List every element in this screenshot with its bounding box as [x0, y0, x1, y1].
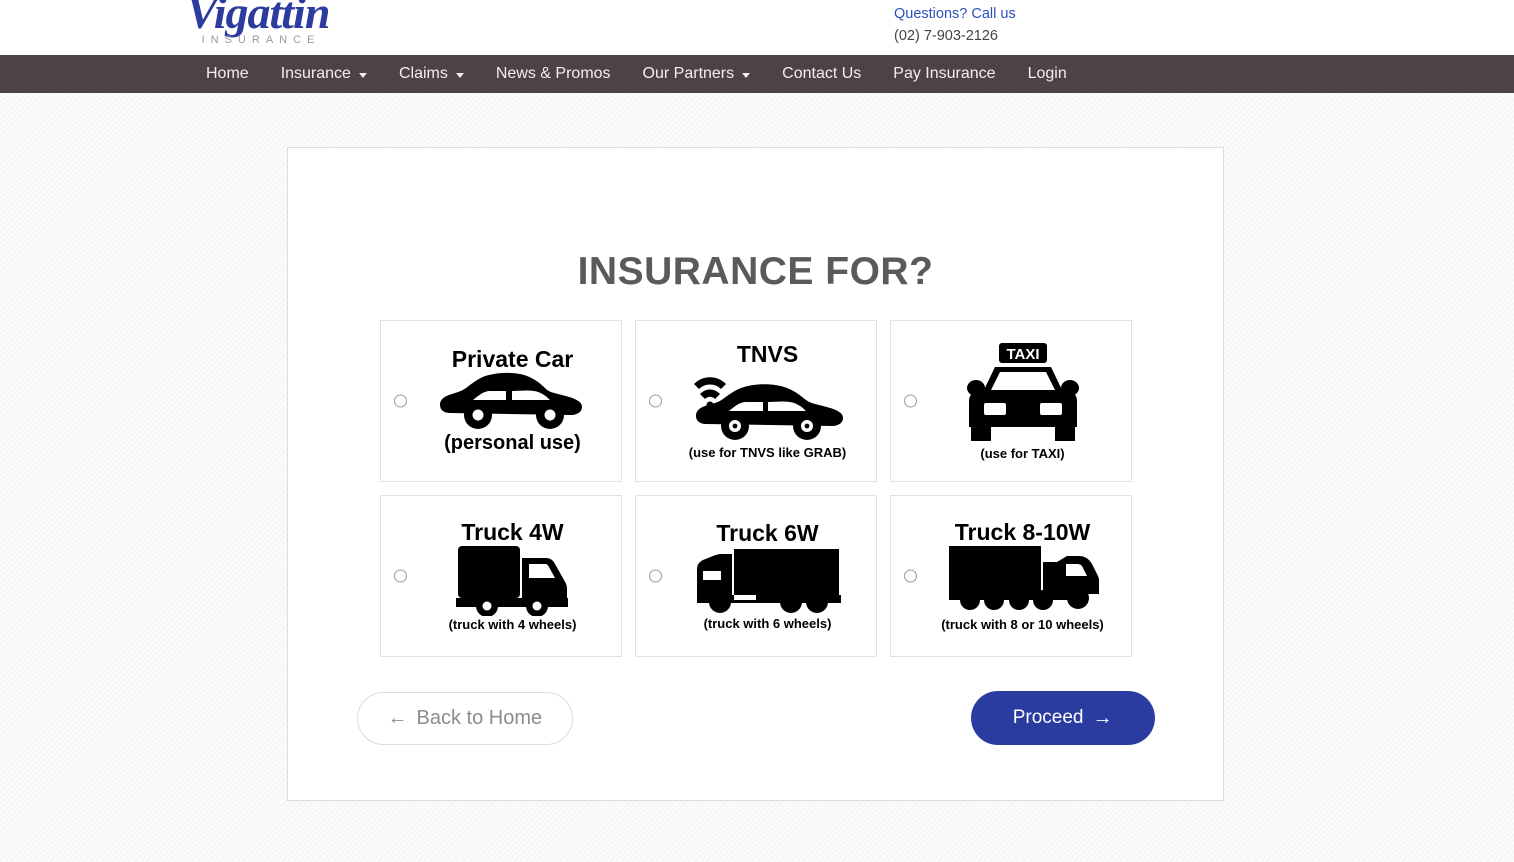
option-card-truck-4w[interactable]: Truck 4W (truck with 4 wheels)	[379, 495, 622, 657]
nav-item-our-partners[interactable]: Our Partners	[627, 55, 767, 93]
chevron-down-icon	[455, 72, 464, 78]
site-header: Vigattin INSURANCE Questions? Call us (0…	[0, 0, 1514, 55]
taxi-front-icon: TAXI	[966, 343, 1079, 441]
option-title-truck-4w: Truck 4W	[461, 518, 564, 545]
arrow-left-icon: ←	[387, 707, 408, 729]
option-card-private-car[interactable]: Private Car (personal use)	[379, 320, 622, 482]
chevron-down-icon	[742, 72, 751, 78]
proceed-label: Proceed	[1012, 707, 1084, 728]
box-truck-6w-icon	[696, 549, 841, 614]
nav-item-news-promos[interactable]: News & Promos	[480, 55, 627, 93]
radio-truck-4w[interactable]	[393, 569, 407, 583]
site-logo[interactable]: Vigattin INSURANCE	[168, 0, 348, 46]
semi-truck-8-10w-icon	[947, 542, 1099, 616]
chevron-down-icon	[358, 72, 367, 78]
radio-taxi[interactable]	[903, 394, 917, 408]
nav-item-insurance[interactable]: Insurance	[265, 55, 383, 93]
radio-truck-6w[interactable]	[648, 569, 662, 583]
arrow-right-icon: →	[1092, 707, 1113, 729]
call-us-link[interactable]: Questions? Call us	[894, 3, 1016, 25]
svg-text:TAXI: TAXI	[1006, 346, 1039, 363]
tnvs-car-wifi-icon	[693, 377, 843, 441]
radio-tnvs[interactable]	[648, 394, 662, 408]
box-truck-6w-icon	[693, 543, 843, 615]
insurance-type-options: Private Car (personal use) TNVS (use for …	[379, 320, 1132, 657]
taxi-front-icon: TAXI	[966, 341, 1079, 445]
option-card-truck-6w[interactable]: Truck 6W (truck with 6 wheels)	[634, 495, 877, 657]
sedan-car-icon	[439, 372, 582, 430]
action-button-row: ← Back to Home Proceed →	[356, 691, 1155, 745]
proceed-button[interactable]: Proceed →	[970, 691, 1155, 745]
nav-item-label: Our Partners	[642, 65, 735, 82]
option-subtitle-truck-6w: (truck with 6 wheels)	[703, 616, 832, 632]
option-card-tnvs[interactable]: TNVS (use for TNVS like GRAB)	[634, 320, 877, 482]
radio-private-car[interactable]	[393, 394, 407, 408]
radio-truck-8-10w[interactable]	[903, 569, 917, 583]
option-subtitle-private-car: (personal use)	[444, 432, 581, 455]
nav-item-pay-insurance[interactable]: Pay Insurance	[877, 55, 1011, 93]
back-to-home-button[interactable]: ← Back to Home	[356, 691, 574, 745]
nav-item-label: Home	[206, 65, 249, 82]
nav-item-login[interactable]: Login	[1012, 55, 1083, 93]
option-title-truck-6w: Truck 6W	[716, 519, 819, 546]
box-truck-4w-icon	[455, 546, 568, 617]
nav-item-label: Contact Us	[782, 65, 862, 82]
content-panel: INSURANCE FOR? Private Car (personal use…	[287, 147, 1224, 801]
phone-number: (02) 7-903-2126	[894, 28, 998, 44]
nav-item-home[interactable]: Home	[190, 55, 265, 93]
option-card-taxi[interactable]: TAXI (use for TAXI)	[889, 320, 1132, 482]
tnvs-car-wifi-icon	[688, 364, 848, 444]
nav-item-label: News & Promos	[495, 65, 611, 82]
option-title-tnvs: TNVS	[736, 340, 799, 367]
nav-item-label: Claims	[398, 65, 448, 82]
nav-item-claims[interactable]: Claims	[383, 55, 480, 93]
logo-wordmark: Vigattin	[186, 0, 331, 38]
header-contact-block: Questions? Call us (02) 7-903-2126	[894, 3, 1016, 47]
nav-item-label: Login	[1027, 65, 1067, 82]
option-subtitle-truck-4w: (truck with 4 wheels)	[448, 617, 577, 633]
option-subtitle-truck-8-10w: (truck with 8 or 10 wheels)	[941, 617, 1104, 633]
nav-item-contact-us[interactable]: Contact Us	[766, 55, 877, 93]
back-to-home-label: Back to Home	[416, 706, 543, 729]
main-navigation: Home Insurance Claims News & Promos Our Part…	[0, 55, 1514, 93]
option-title-private-car: Private Car	[451, 345, 574, 372]
option-subtitle-tnvs: (use for TNVS like GRAB)	[688, 445, 847, 461]
option-card-truck-8-10w[interactable]: Truck 8-10W (truck with 8 or 10 wheels)	[889, 495, 1132, 657]
nav-item-label: Pay Insurance	[893, 65, 996, 82]
option-title-truck-8-10w: Truck 8-10W	[954, 518, 1091, 545]
nav-item-label: Insurance	[280, 65, 351, 82]
sedan-car-icon	[438, 369, 588, 431]
semi-truck-8-10w-icon	[948, 546, 1099, 611]
box-truck-4w-icon	[454, 542, 572, 617]
page-title: INSURANCE FOR?	[577, 250, 934, 293]
option-subtitle-taxi: (use for TAXI)	[980, 446, 1065, 461]
